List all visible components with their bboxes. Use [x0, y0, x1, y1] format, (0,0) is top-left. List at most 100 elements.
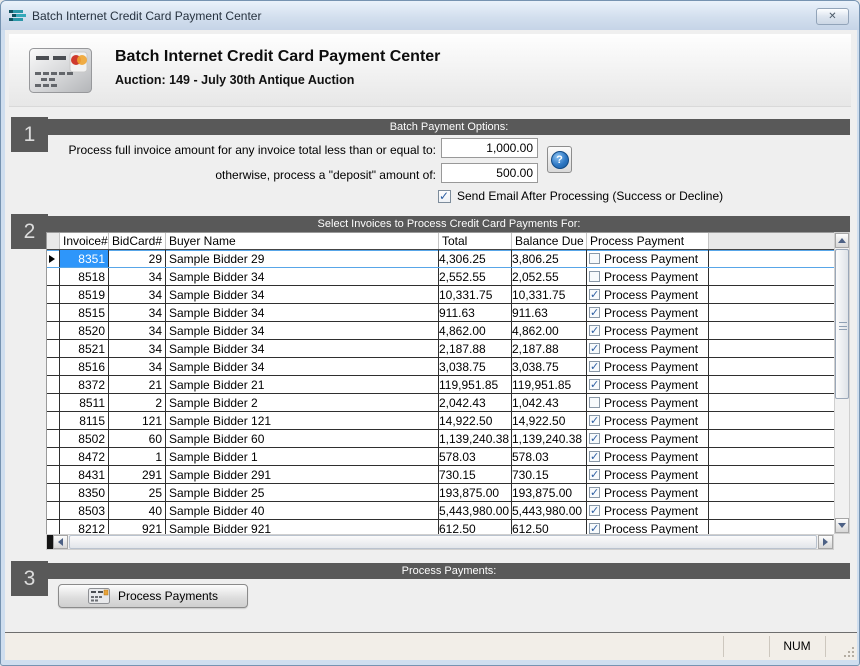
grid-header-balance[interactable]: Balance Due — [512, 233, 587, 249]
table-row[interactable]: 851934Sample Bidder 3410,331.7510,331.75… — [47, 286, 834, 304]
cell-balance-due[interactable]: 4,862.00 — [512, 322, 587, 339]
cell-buyer-name[interactable]: Sample Bidder 25 — [166, 484, 439, 501]
process-payments-button[interactable]: Process Payments — [58, 584, 248, 608]
table-row[interactable]: 84721Sample Bidder 1578.03578.03Process … — [47, 448, 834, 466]
help-button[interactable]: ? — [547, 146, 572, 173]
cell-total[interactable]: 2,042.43 — [439, 394, 512, 411]
cell-balance-due[interactable]: 10,331.75 — [512, 286, 587, 303]
cell-bidcard[interactable]: 121 — [109, 412, 166, 429]
cell-balance-due[interactable]: 1,139,240.38 — [512, 430, 587, 447]
process-payment-checkbox[interactable] — [589, 397, 600, 408]
cell-buyer-name[interactable]: Sample Bidder 121 — [166, 412, 439, 429]
cell-bidcard[interactable]: 34 — [109, 304, 166, 321]
row-selector[interactable] — [47, 466, 60, 483]
cell-balance-due[interactable]: 14,922.50 — [512, 412, 587, 429]
process-payment-checkbox[interactable] — [589, 361, 600, 372]
table-row[interactable]: 8431291Sample Bidder 291730.15730.15Proc… — [47, 466, 834, 484]
title-bar[interactable]: Batch Internet Credit Card Payment Cente… — [1, 1, 859, 30]
scroll-down-button[interactable] — [835, 518, 849, 533]
cell-invoice[interactable]: 8351 — [60, 250, 109, 267]
grid-header-bidcard[interactable]: BidCard# — [109, 233, 166, 249]
cell-total[interactable]: 2,187.88 — [439, 340, 512, 357]
cell-invoice[interactable]: 8520 — [60, 322, 109, 339]
cell-invoice[interactable]: 8519 — [60, 286, 109, 303]
cell-buyer-name[interactable]: Sample Bidder 2 — [166, 394, 439, 411]
cell-bidcard[interactable]: 40 — [109, 502, 166, 519]
cell-total[interactable]: 578.03 — [439, 448, 512, 465]
cell-invoice[interactable]: 8518 — [60, 268, 109, 285]
cell-bidcard[interactable]: 291 — [109, 466, 166, 483]
cell-total[interactable]: 4,862.00 — [439, 322, 512, 339]
cell-bidcard[interactable]: 34 — [109, 322, 166, 339]
cell-total[interactable]: 14,922.50 — [439, 412, 512, 429]
row-selector[interactable] — [47, 502, 60, 519]
cell-bidcard[interactable]: 1 — [109, 448, 166, 465]
cell-buyer-name[interactable]: Sample Bidder 34 — [166, 358, 439, 375]
table-row[interactable]: 851634Sample Bidder 343,038.753,038.75Pr… — [47, 358, 834, 376]
cell-total[interactable]: 119,951.85 — [439, 376, 512, 393]
process-payment-checkbox[interactable] — [589, 289, 600, 300]
cell-invoice[interactable]: 8503 — [60, 502, 109, 519]
grid-header-name[interactable]: Buyer Name — [166, 233, 439, 249]
cell-invoice[interactable]: 8511 — [60, 394, 109, 411]
table-row[interactable]: 835025Sample Bidder 25193,875.00193,875.… — [47, 484, 834, 502]
row-selector[interactable] — [47, 412, 60, 429]
cell-invoice[interactable]: 8212 — [60, 520, 109, 534]
cell-balance-due[interactable]: 2,187.88 — [512, 340, 587, 357]
grid-header-total[interactable]: Total — [439, 233, 512, 249]
cell-buyer-name[interactable]: Sample Bidder 1 — [166, 448, 439, 465]
cell-balance-due[interactable]: 2,052.55 — [512, 268, 587, 285]
row-selector[interactable] — [47, 430, 60, 447]
cell-bidcard[interactable]: 29 — [109, 250, 166, 267]
cell-total[interactable]: 10,331.75 — [439, 286, 512, 303]
cell-balance-due[interactable]: 612.50 — [512, 520, 587, 534]
cell-total[interactable]: 2,552.55 — [439, 268, 512, 285]
table-row[interactable]: 8212921Sample Bidder 921612.50612.50Proc… — [47, 520, 834, 534]
cell-buyer-name[interactable]: Sample Bidder 40 — [166, 502, 439, 519]
table-row[interactable]: 850260Sample Bidder 601,139,240.381,139,… — [47, 430, 834, 448]
cell-total[interactable]: 3,038.75 — [439, 358, 512, 375]
row-selector[interactable] — [47, 268, 60, 285]
table-row[interactable]: 851534Sample Bidder 34911.63911.63Proces… — [47, 304, 834, 322]
row-selector[interactable] — [47, 484, 60, 501]
cell-invoice[interactable]: 8516 — [60, 358, 109, 375]
cell-invoice[interactable]: 8521 — [60, 340, 109, 357]
cell-buyer-name[interactable]: Sample Bidder 921 — [166, 520, 439, 534]
cell-total[interactable]: 612.50 — [439, 520, 512, 534]
cell-balance-due[interactable]: 911.63 — [512, 304, 587, 321]
process-payment-checkbox[interactable] — [589, 379, 600, 390]
resize-grip-icon[interactable] — [843, 646, 854, 657]
cell-bidcard[interactable]: 34 — [109, 358, 166, 375]
cell-buyer-name[interactable]: Sample Bidder 34 — [166, 322, 439, 339]
table-row[interactable]: 8115121Sample Bidder 12114,922.5014,922.… — [47, 412, 834, 430]
row-selector[interactable] — [47, 448, 60, 465]
process-payment-checkbox[interactable] — [589, 307, 600, 318]
send-email-checkbox[interactable] — [438, 190, 451, 203]
process-payment-checkbox[interactable] — [589, 325, 600, 336]
cell-buyer-name[interactable]: Sample Bidder 291 — [166, 466, 439, 483]
cell-balance-due[interactable]: 119,951.85 — [512, 376, 587, 393]
row-selector[interactable] — [47, 340, 60, 357]
cell-buyer-name[interactable]: Sample Bidder 34 — [166, 340, 439, 357]
cell-bidcard[interactable]: 34 — [109, 286, 166, 303]
cell-balance-due[interactable]: 578.03 — [512, 448, 587, 465]
cell-buyer-name[interactable]: Sample Bidder 34 — [166, 268, 439, 285]
process-payment-checkbox[interactable] — [589, 487, 600, 498]
cell-buyer-name[interactable]: Sample Bidder 34 — [166, 286, 439, 303]
cell-buyer-name[interactable]: Sample Bidder 29 — [166, 250, 439, 267]
table-row[interactable]: 835129Sample Bidder 294,306.253,806.25Pr… — [47, 250, 834, 268]
vertical-scroll-thumb[interactable] — [835, 249, 849, 399]
cell-buyer-name[interactable]: Sample Bidder 60 — [166, 430, 439, 447]
process-payment-checkbox[interactable] — [589, 415, 600, 426]
row-selector[interactable] — [47, 376, 60, 393]
cell-bidcard[interactable]: 21 — [109, 376, 166, 393]
cell-total[interactable]: 5,443,980.00 — [439, 502, 512, 519]
cell-total[interactable]: 911.63 — [439, 304, 512, 321]
cell-total[interactable]: 4,306.25 — [439, 250, 512, 267]
cell-bidcard[interactable]: 60 — [109, 430, 166, 447]
row-selector[interactable] — [47, 286, 60, 303]
cell-invoice[interactable]: 8350 — [60, 484, 109, 501]
grid-header-invoice[interactable]: Invoice# — [60, 233, 109, 249]
cell-total[interactable]: 730.15 — [439, 466, 512, 483]
cell-bidcard[interactable]: 2 — [109, 394, 166, 411]
